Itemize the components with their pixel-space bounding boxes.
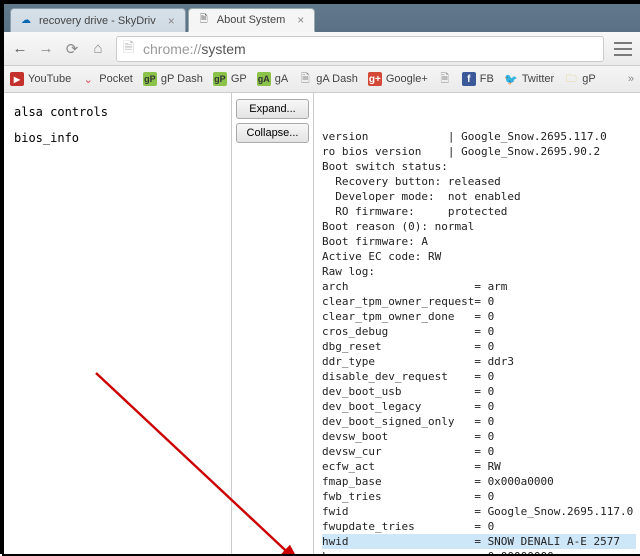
bios-header-line: RO firmware: protected: [322, 204, 636, 219]
bookmarks-bar: ▶ YouTube ⌄ Pocket gP gP Dash gP GP gA gA 🗎 gA Dash…: [4, 66, 640, 93]
bookmark-item[interactable]: 🗎 gA Dash: [298, 72, 358, 86]
omnibox[interactable]: 🗎 chrome://system: [116, 36, 604, 62]
bios-kv-row: devsw_boot = 0: [322, 429, 636, 444]
home-icon[interactable]: ⌂: [90, 41, 106, 57]
bookmark-label: Twitter: [522, 73, 554, 85]
content: alsa controls bios_info Expand... Collap…: [4, 93, 640, 554]
bios-kv-row: dev_boot_legacy = 0: [322, 399, 636, 414]
bios-kv-row: kern_nv = 0x00000000: [322, 549, 636, 554]
bios-kv-row: devsw_cur = 0: [322, 444, 636, 459]
bookmark-item[interactable]: 🗎: [438, 72, 452, 86]
bookmark-label: FB: [480, 73, 494, 85]
bios-kv-row: fwid = Google_Snow.2695.117.0: [322, 504, 636, 519]
expand-button[interactable]: Expand...: [236, 99, 309, 119]
bios-kv-row: arch = arm: [322, 279, 636, 294]
bookmark-label: GP: [231, 73, 247, 85]
toolbar: ← → ⟳ ⌂ 🗎 chrome://system: [4, 32, 640, 66]
bios-kv-row: ecfw_act = RW: [322, 459, 636, 474]
bios-header-line: Raw log:: [322, 264, 636, 279]
page-icon: 🗎: [123, 42, 137, 56]
tab-title: About System: [217, 14, 285, 26]
bios-kv-row: fwupdate_tries = 0: [322, 519, 636, 534]
yt-icon: ▶: [10, 72, 24, 86]
section-alsa-controls[interactable]: alsa controls: [14, 99, 108, 125]
collapse-button[interactable]: Collapse...: [236, 123, 309, 143]
forward-icon[interactable]: →: [38, 41, 54, 57]
tab-title: recovery drive - SkyDriv: [39, 15, 156, 27]
bookmark-label: YouTube: [28, 73, 71, 85]
bookmark-label: Pocket: [99, 73, 133, 85]
tw-icon: 🐦: [504, 72, 518, 86]
bookmark-item[interactable]: 🗀 gP: [564, 72, 595, 86]
section-list: alsa controls bios_info: [4, 93, 232, 554]
bookmark-item[interactable]: ▶ YouTube: [10, 72, 71, 86]
close-icon[interactable]: ×: [297, 13, 304, 27]
bios-header-line: Developer mode: not enabled: [322, 189, 636, 204]
bookmark-item[interactable]: f FB: [462, 72, 494, 86]
doc-icon: 🗎: [438, 72, 452, 86]
doc-icon: 🗎: [298, 72, 312, 86]
bios-header-line: Recovery button: released: [322, 174, 636, 189]
bookmark-label: Google+: [386, 73, 428, 85]
close-icon[interactable]: ×: [168, 14, 175, 28]
bookmark-item[interactable]: gP GP: [213, 72, 247, 86]
bookmark-label: gA Dash: [316, 73, 358, 85]
bios-kv-row: clear_tpm_owner_request= 0: [322, 294, 636, 309]
bios-header-line: Active EC code: RW: [322, 249, 636, 264]
reload-icon[interactable]: ⟳: [64, 41, 80, 57]
bios-header-line: Boot switch status:: [322, 159, 636, 174]
bios-header-line: Boot reason (0): normal: [322, 219, 636, 234]
bios-kv-row: clear_tpm_owner_done = 0: [322, 309, 636, 324]
bios-kv-row: hwid = SNOW DENALI A-E 2577: [322, 534, 636, 549]
nav-controls: ← → ⟳ ⌂: [12, 41, 106, 57]
gp-icon: gP: [213, 72, 227, 86]
bios-detail: version | Google_Snow.2695.117.0ro bios …: [314, 93, 640, 554]
tab-strip: ☁ recovery drive - SkyDriv × 🗎 About Sys…: [4, 4, 640, 32]
fb-icon: f: [462, 72, 476, 86]
bios-header-line: Boot firmware: A: [322, 234, 636, 249]
folder-icon: 🗀: [564, 72, 578, 86]
bookmark-label: gP: [582, 73, 595, 85]
bios-header-line: ro bios version | Google_Snow.2695.90.2: [322, 144, 636, 159]
gplus-icon: g+: [368, 72, 382, 86]
bios-kv-row: ddr_type = ddr3: [322, 354, 636, 369]
page-icon: 🗎: [197, 13, 211, 27]
gp-icon: gA: [257, 72, 271, 86]
gp-icon: gP: [143, 72, 157, 86]
url-scheme: chrome://: [143, 41, 201, 57]
bios-kv-row: disable_dev_request = 0: [322, 369, 636, 384]
tab-skydrive[interactable]: ☁ recovery drive - SkyDriv ×: [10, 8, 186, 32]
bookmark-item[interactable]: 🐦 Twitter: [504, 72, 554, 86]
bios-kv-row: cros_debug = 0: [322, 324, 636, 339]
bios-kv-row: dev_boot_signed_only = 0: [322, 414, 636, 429]
bios-kv-row: dbg_reset = 0: [322, 339, 636, 354]
bios-header-line: version | Google_Snow.2695.117.0: [322, 129, 636, 144]
bios-kv-row: fwb_tries = 0: [322, 489, 636, 504]
pocket-icon: ⌄: [81, 72, 95, 86]
bios-kv-row: dev_boot_usb = 0: [322, 384, 636, 399]
bios-kv-row: fmap_base = 0x000a0000: [322, 474, 636, 489]
expand-controls: Expand... Collapse...: [232, 93, 314, 554]
browser-window: ☁ recovery drive - SkyDriv × 🗎 About Sys…: [4, 4, 640, 554]
menu-icon[interactable]: [614, 42, 632, 56]
chevron-right-icon[interactable]: »: [628, 73, 634, 85]
bookmark-item[interactable]: gA gA: [257, 72, 288, 86]
bookmark-item[interactable]: ⌄ Pocket: [81, 72, 133, 86]
url-path: system: [201, 41, 245, 57]
skydrive-icon: ☁: [19, 14, 33, 28]
back-icon[interactable]: ←: [12, 41, 28, 57]
bookmark-label: gA: [275, 73, 288, 85]
bookmark-item[interactable]: gP gP Dash: [143, 72, 203, 86]
bookmark-item[interactable]: g+ Google+: [368, 72, 428, 86]
section-bios-info[interactable]: bios_info: [14, 125, 79, 151]
tab-about-system[interactable]: 🗎 About System ×: [188, 8, 316, 32]
bookmark-label: gP Dash: [161, 73, 203, 85]
